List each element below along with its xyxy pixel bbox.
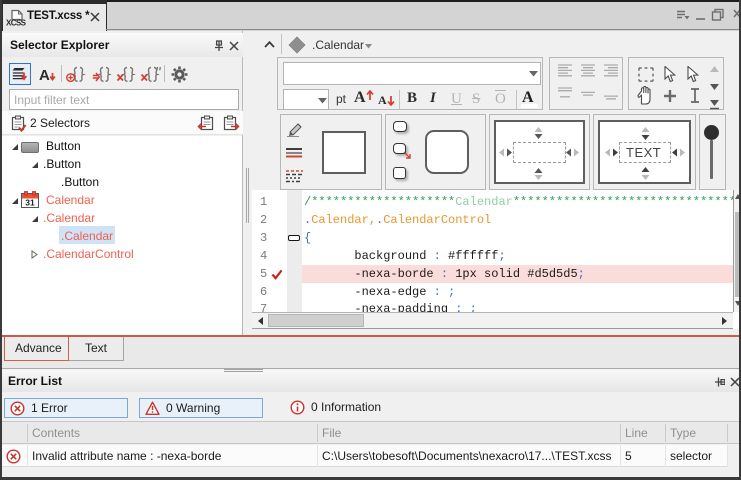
svg-text:31: 31 — [25, 198, 35, 208]
svg-text:XCSS: XCSS — [6, 19, 26, 27]
svg-text:A: A — [39, 67, 50, 84]
